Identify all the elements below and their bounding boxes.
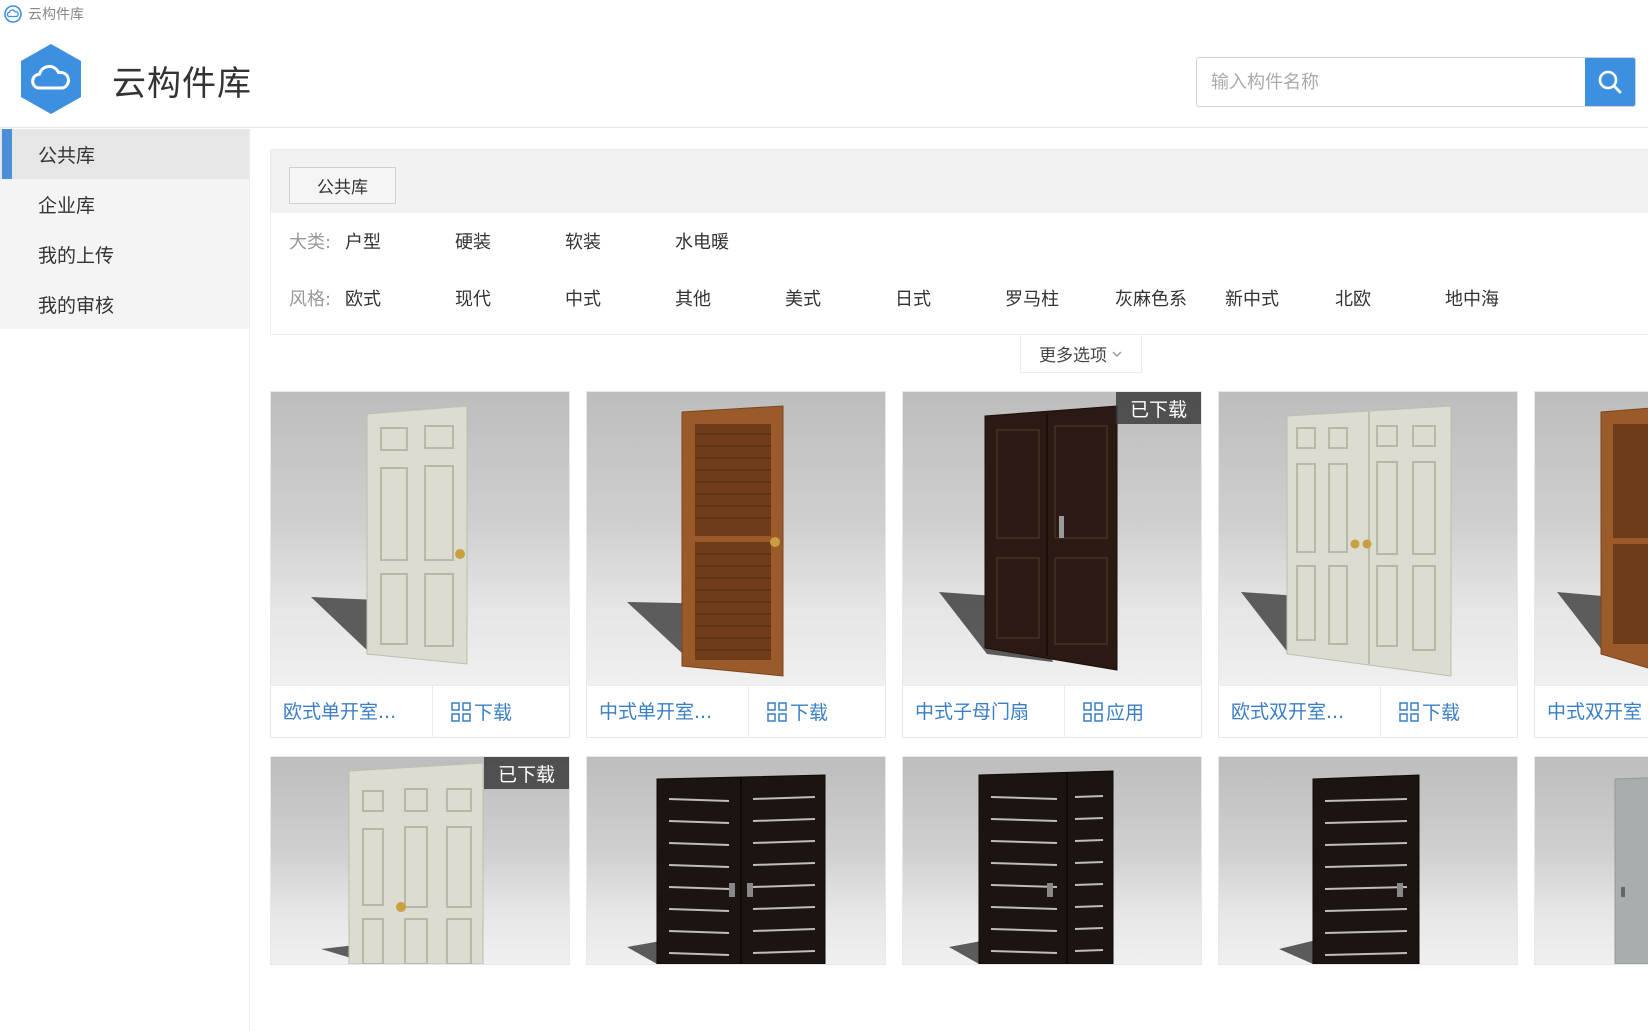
component-thumbnail[interactable] xyxy=(1535,392,1648,685)
component-thumbnail[interactable] xyxy=(587,757,885,964)
app-header: 云构件库 xyxy=(0,28,1648,128)
search-input[interactable] xyxy=(1197,58,1585,106)
component-thumbnail[interactable] xyxy=(1535,757,1648,964)
category-option[interactable]: 硬装 xyxy=(455,228,491,254)
style-option[interactable]: 北欧 xyxy=(1335,285,1371,311)
door-preview-image xyxy=(311,405,468,665)
apply-button[interactable]: 应用 xyxy=(1065,698,1201,725)
style-option[interactable]: 地中海 xyxy=(1445,285,1499,311)
grid-icon xyxy=(1083,701,1103,722)
door-preview-image xyxy=(949,770,1114,964)
category-option[interactable]: 软装 xyxy=(565,228,601,254)
door-preview-image xyxy=(1241,405,1452,677)
sidebar-item-enterprise-library[interactable]: 企业库 xyxy=(0,179,249,229)
search-bar xyxy=(1196,57,1636,107)
component-grid: 欧式单开室... 下载 中式单开室... 下载 已下载 中式子母门扇 应用 欧式… xyxy=(270,391,1648,1031)
sidebar-item-public-library[interactable]: 公共库 xyxy=(0,129,249,179)
category-filter-row: 大类: 户型 硬装 软装 水电暖 xyxy=(289,226,729,256)
main-content: 公共库 大类: 户型 硬装 软装 水电暖 风格: 欧式 现代 中式 其他 美式 … xyxy=(270,149,1648,335)
style-option[interactable]: 灰麻色系 xyxy=(1115,285,1187,311)
component-card[interactable] xyxy=(1534,756,1648,965)
cloud-logo-icon xyxy=(21,44,81,114)
window-titlebar: 云构件库 xyxy=(0,0,1648,28)
sidebar-menu: 公共库 企业库 我的上传 我的审核 xyxy=(0,129,249,329)
component-card[interactable] xyxy=(1218,756,1518,965)
component-name[interactable]: 中式子母门扇 xyxy=(903,685,1065,738)
library-tab-bar: 公共库 xyxy=(271,150,1648,213)
action-label: 下载 xyxy=(790,702,829,724)
style-option[interactable]: 日式 xyxy=(895,285,931,311)
component-name[interactable]: 中式双开室 xyxy=(1535,686,1648,738)
grid-icon xyxy=(451,701,471,722)
sidebar-item-my-reviews[interactable]: 我的审核 xyxy=(0,279,249,329)
category-option[interactable]: 户型 xyxy=(345,228,381,254)
category-option[interactable]: 水电暖 xyxy=(675,228,729,254)
search-icon xyxy=(1598,70,1622,94)
filter-panel: 公共库 大类: 户型 硬装 软装 水电暖 风格: 欧式 现代 中式 其他 美式 … xyxy=(270,149,1648,335)
component-card[interactable]: 欧式双开室... 下载 xyxy=(1218,391,1518,738)
component-thumbnail[interactable] xyxy=(587,392,885,685)
action-label: 应用 xyxy=(1106,702,1145,724)
component-name[interactable]: 欧式双开室... xyxy=(1219,685,1381,738)
component-card[interactable]: 中式单开室... 下载 xyxy=(586,391,886,738)
style-option[interactable]: 美式 xyxy=(785,285,821,311)
component-card[interactable]: 已下载 xyxy=(270,756,570,965)
component-card[interactable] xyxy=(586,756,886,965)
door-preview-image xyxy=(1614,777,1648,964)
grid-icon xyxy=(1399,701,1419,722)
component-card[interactable]: 中式双开室 xyxy=(1534,391,1648,738)
tab-public-library[interactable]: 公共库 xyxy=(289,167,396,204)
app-title: 云构件库 xyxy=(112,64,252,104)
component-card[interactable]: 已下载 中式子母门扇 应用 xyxy=(902,391,1202,738)
category-label: 大类: xyxy=(289,232,332,253)
sidebar-item-my-uploads[interactable]: 我的上传 xyxy=(0,229,249,279)
door-preview-image xyxy=(1557,407,1648,669)
download-button[interactable]: 下载 xyxy=(1381,698,1517,725)
downloaded-badge: 已下载 xyxy=(1115,392,1201,424)
action-label: 下载 xyxy=(1422,702,1461,724)
style-option[interactable]: 中式 xyxy=(565,285,601,311)
door-preview-image xyxy=(627,405,784,677)
cloud-app-icon xyxy=(4,5,22,23)
action-label: 下载 xyxy=(474,702,513,724)
style-option[interactable]: 现代 xyxy=(455,285,491,311)
more-options-label: 更多选项 xyxy=(1039,346,1107,366)
component-card[interactable]: 欧式单开室... 下载 xyxy=(270,391,570,738)
component-thumbnail[interactable]: 已下载 xyxy=(903,392,1201,685)
component-thumbnail[interactable] xyxy=(1219,392,1517,685)
style-option[interactable]: 罗马柱 xyxy=(1005,285,1059,311)
door-preview-image xyxy=(627,774,826,964)
style-filter-row: 风格: 欧式 现代 中式 其他 美式 日式 罗马柱 灰麻色系 新中式 北欧 地中… xyxy=(289,283,1499,313)
component-thumbnail[interactable]: 已下载 xyxy=(271,757,569,964)
chevron-down-icon xyxy=(1112,351,1122,357)
component-thumbnail[interactable] xyxy=(903,757,1201,964)
grid-icon xyxy=(767,701,787,722)
sidebar: 公共库 企业库 我的上传 我的审核 xyxy=(0,129,250,1030)
download-button[interactable]: 下载 xyxy=(433,698,569,725)
window-title: 云构件库 xyxy=(28,7,84,23)
style-option[interactable]: 欧式 xyxy=(345,285,381,311)
component-name[interactable]: 中式单开室... xyxy=(587,685,749,738)
door-preview-image xyxy=(939,405,1118,671)
search-button[interactable] xyxy=(1585,58,1635,106)
component-thumbnail[interactable] xyxy=(1219,757,1517,964)
style-option[interactable]: 新中式 xyxy=(1225,285,1279,311)
more-options-button[interactable]: 更多选项 xyxy=(1020,335,1142,373)
component-name[interactable]: 欧式单开室... xyxy=(271,685,433,738)
download-button[interactable]: 下载 xyxy=(749,698,885,725)
downloaded-badge: 已下载 xyxy=(483,757,569,789)
component-thumbnail[interactable] xyxy=(271,392,569,685)
style-option[interactable]: 其他 xyxy=(675,285,711,311)
door-preview-image xyxy=(1279,774,1420,964)
style-label: 风格: xyxy=(289,289,332,310)
component-card[interactable] xyxy=(902,756,1202,965)
